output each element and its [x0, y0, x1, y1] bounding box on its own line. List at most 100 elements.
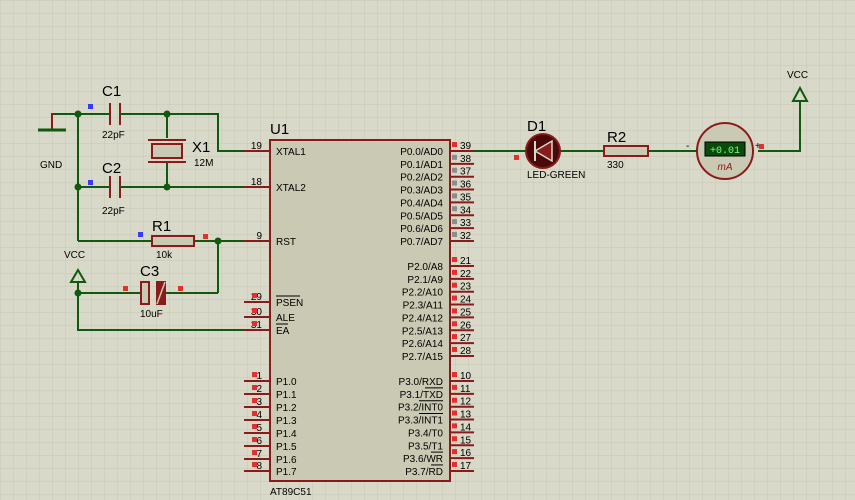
- pin-number: 5: [256, 423, 262, 434]
- pin-number: 37: [460, 167, 472, 178]
- pin-label: P0.0/AD0: [400, 147, 443, 158]
- chip-right-pins: 39 P0.0/AD0 38 P0.1/AD1 37 P0.2/AD2 36 P0.3/AD3…: [398, 141, 474, 478]
- pin-label: P0.3/AD3: [400, 186, 443, 197]
- pin-number: 17: [460, 461, 472, 472]
- pin-number: 4: [256, 410, 262, 421]
- c3-pin-marker-right: [178, 286, 183, 291]
- pin-marker: [452, 206, 457, 212]
- pin-number: 11: [460, 384, 471, 395]
- pin-marker: [452, 334, 457, 340]
- pin-marker: [452, 397, 457, 403]
- junction-dot: [74, 183, 82, 191]
- pin-marker: [252, 411, 257, 416]
- pin-marker: [452, 449, 457, 455]
- c3-ref: C3: [140, 263, 159, 280]
- pin-marker: [452, 231, 457, 237]
- pin-label: P2.7/A15: [402, 352, 444, 363]
- c1-pin-marker: [88, 104, 93, 109]
- c1-ref: C1: [102, 83, 121, 100]
- pin-number: 22: [460, 269, 472, 280]
- pin-label: ALE: [276, 313, 295, 324]
- pin-number: 32: [460, 231, 472, 242]
- pin-number: 23: [460, 282, 472, 293]
- pin-label: P1.2: [276, 403, 297, 414]
- pin-number: 8: [256, 461, 262, 472]
- pin-label: P2.4/A12: [402, 313, 444, 324]
- pin-number: 9: [256, 231, 262, 242]
- pin-label: P3.6/WR: [403, 454, 443, 465]
- pin-label: P2.1/A9: [407, 275, 443, 286]
- r1-value: 10k: [156, 250, 173, 261]
- junction-dot: [74, 289, 82, 297]
- pin-label: P2.6/A14: [402, 339, 444, 350]
- pin-marker: [252, 398, 257, 403]
- pin-marker: [452, 269, 457, 275]
- pin-number: 25: [460, 307, 472, 318]
- pin-marker: [452, 346, 457, 352]
- pin-label: P1.4: [276, 429, 297, 440]
- pin-marker: [452, 282, 457, 288]
- pin-marker: [452, 295, 457, 301]
- pin-label: P3.2/INT0: [398, 403, 443, 414]
- pin-label: P1.1: [276, 390, 297, 401]
- pin-number: 13: [460, 410, 472, 421]
- pin-label: P3.0/RXD: [399, 377, 443, 388]
- pin-marker: [252, 462, 257, 467]
- chip-name: AT89C51: [270, 487, 312, 498]
- schematic-canvas: GND C1 22pF C2 22pF X1 12M R1 10k C3 10u…: [0, 0, 855, 500]
- pin-number: 14: [460, 422, 472, 433]
- pin-number: 36: [460, 180, 472, 191]
- junction-dot: [74, 110, 82, 118]
- x1-value: 12M: [194, 158, 213, 169]
- meter-pin-marker: [759, 144, 764, 149]
- pin-label: P2.0/A8: [407, 262, 443, 273]
- pin-label: P1.5: [276, 442, 297, 453]
- pin-number: 33: [460, 218, 472, 229]
- pin-label: P0.7/AD7: [400, 237, 443, 248]
- meter-minus: -: [686, 141, 689, 152]
- pin-marker: [452, 423, 457, 429]
- pin-label: P0.6/AD6: [400, 224, 443, 235]
- pin-label: P2.3/A11: [403, 301, 444, 312]
- pin-marker: [452, 410, 457, 416]
- x1-body: [151, 143, 183, 159]
- pin-label: P3.1/TXD: [400, 390, 443, 401]
- led-pin-marker: [514, 155, 519, 160]
- pin-marker: [252, 437, 257, 442]
- c3-plate-left: [140, 281, 150, 305]
- pin-label: P0.1/AD1: [400, 160, 443, 171]
- pin-marker: [452, 193, 457, 199]
- pin-number: 26: [460, 320, 472, 331]
- pin-label: P0.2/AD2: [400, 173, 443, 184]
- c2-ref: C2: [102, 160, 121, 177]
- pin-marker: [252, 385, 257, 390]
- pin-marker: [452, 372, 457, 377]
- meter-unit: mA: [718, 162, 733, 173]
- pin-number: 21: [460, 256, 472, 267]
- pin-number: 16: [460, 448, 472, 459]
- pin-number: 10: [460, 371, 472, 382]
- pin-label: P0.5/AD5: [400, 211, 443, 222]
- pin-marker: [452, 154, 457, 160]
- c2-pin-marker: [88, 180, 93, 185]
- pin-marker: [252, 424, 257, 429]
- led-ref: D1: [527, 118, 546, 135]
- pin-label: P2.5/A13: [402, 326, 444, 337]
- pin-label: P1.3: [276, 416, 297, 427]
- c3-pin-marker-left: [123, 286, 128, 291]
- pin-marker: [452, 219, 457, 225]
- pin-number: 1: [256, 371, 262, 382]
- r2-value: 330: [607, 160, 624, 171]
- pin-marker: [252, 450, 257, 455]
- pin-label: P1.0: [276, 377, 297, 388]
- junction-dot: [163, 183, 171, 191]
- gnd-label: GND: [40, 160, 62, 171]
- pin-label: RST: [276, 237, 296, 248]
- chip-u1[interactable]: U1 AT89C51 19XTAL118XTAL29RST29PSEN30ALE…: [244, 121, 474, 498]
- c3-value: 10uF: [140, 309, 163, 320]
- pin-number: 24: [460, 295, 472, 306]
- junction-dot: [214, 237, 222, 245]
- meter-reading: +0.01: [710, 146, 740, 157]
- pin-marker: [452, 321, 457, 327]
- pin-label: EA: [276, 326, 290, 337]
